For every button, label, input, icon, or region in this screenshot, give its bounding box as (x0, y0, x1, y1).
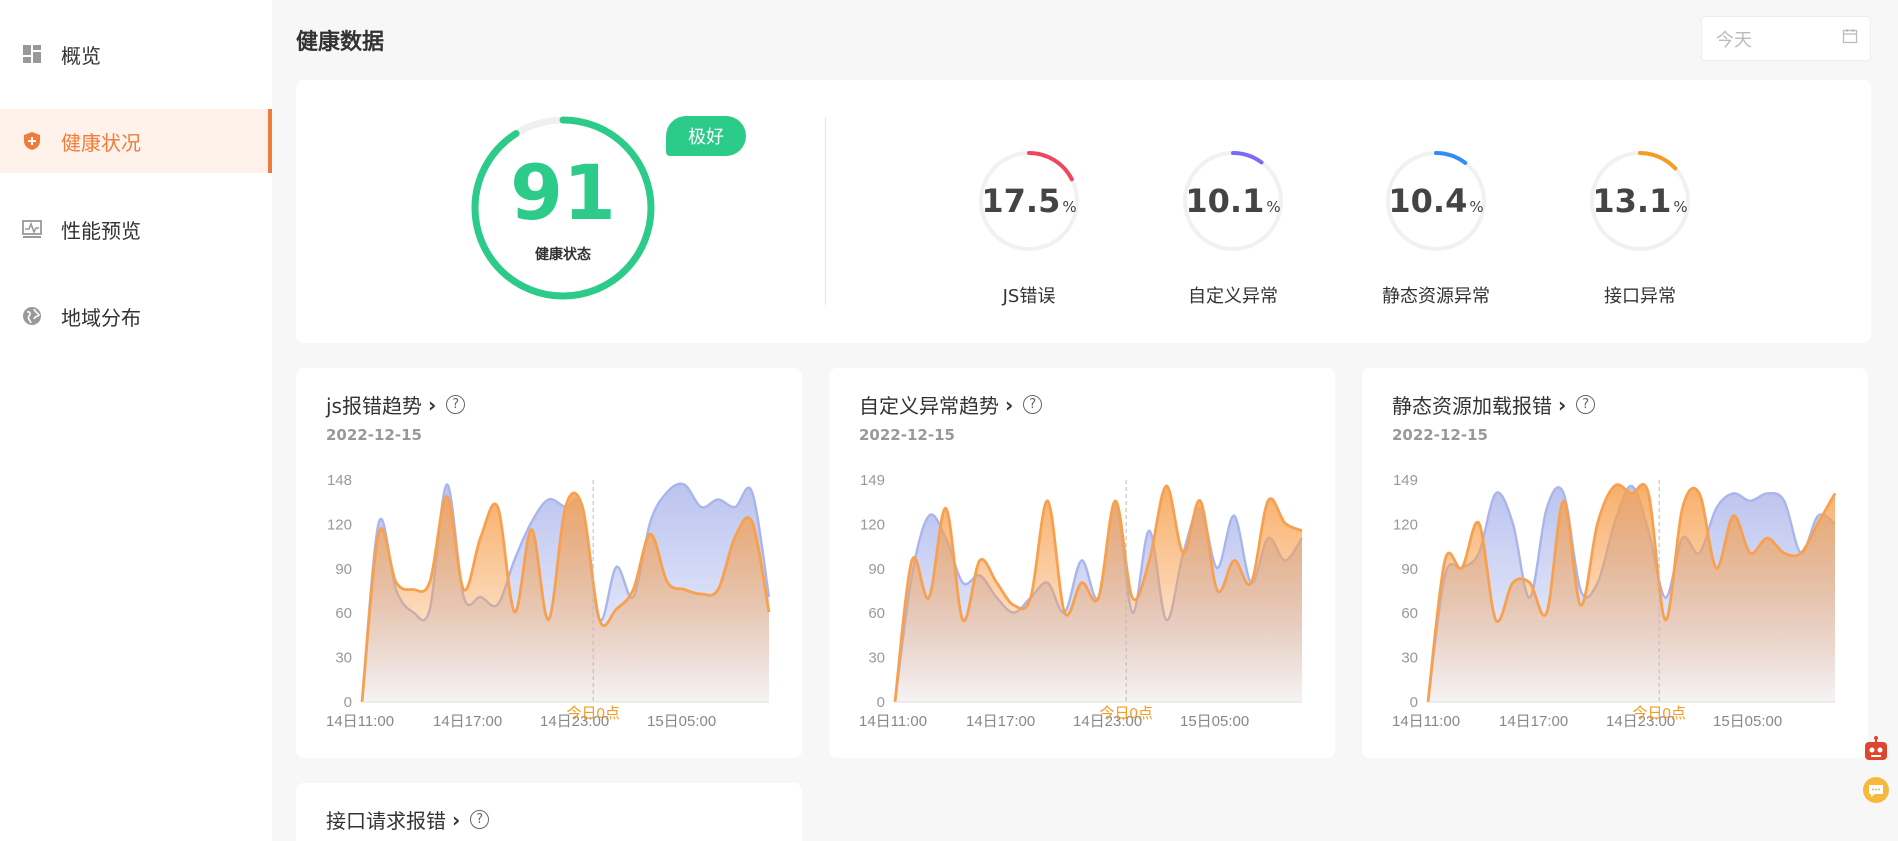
shield-plus-icon (22, 131, 42, 151)
globe-icon (22, 306, 42, 326)
y-tick-label: 0 (1410, 694, 1418, 711)
x-tick-label: 14日11:00 (326, 713, 394, 728)
x-tick-label: 14日17:00 (433, 713, 502, 728)
y-tick-label: 0 (344, 694, 352, 711)
sidebar-item-health[interactable]: 健康状况 (0, 109, 272, 173)
api-error-chart-title[interactable]: 接口请求报错 › ? (326, 805, 490, 834)
trend-chart: 149120906030014日11:00 14日17:00 14日23:00 15日… (1392, 472, 1837, 728)
chevron-right-icon: › (427, 392, 437, 417)
help-icon[interactable]: ? (1023, 395, 1043, 414)
metric-value: 10.4% (1388, 182, 1484, 220)
sidebar-item-label: 概览 (61, 43, 101, 68)
divider (825, 117, 826, 305)
health-score: 91 (510, 148, 616, 237)
x-tick-label: 15日05:00 (647, 713, 716, 728)
y-tick-label: 120 (327, 516, 352, 533)
health-badge: 极好 (666, 116, 746, 156)
chevron-right-icon: › (452, 807, 461, 832)
x-tick-label: 14日17:00 (1499, 713, 1568, 728)
chart-title-text: js报错趋势 (326, 394, 422, 418)
robot-icon[interactable] (1861, 735, 1891, 765)
sidebar-item-label: 性能预览 (61, 218, 141, 243)
trend-chart: 148120906030014日11:00 14日17:00 14日23:00 15日… (326, 472, 771, 728)
metric-label: 自定义异常 (1188, 286, 1278, 307)
y-tick-label: 0 (877, 694, 885, 711)
trend-chart: 149120906030014日11:00 14日17:00 14日23:00 15日… (859, 472, 1304, 728)
chart-date: 2022-12-15 (1392, 426, 1488, 444)
y-tick-label: 149 (1393, 472, 1418, 489)
y-tick-label: 148 (327, 472, 352, 489)
y-tick-label: 90 (335, 561, 352, 578)
sidebar-item-overview[interactable]: 概览 (0, 22, 272, 86)
sidebar-item-performance[interactable]: 性能预览 (0, 197, 272, 261)
y-tick-label: 149 (860, 472, 885, 489)
y-tick-label: 60 (868, 605, 885, 622)
chat-icon[interactable] (1861, 775, 1891, 805)
metric-value: 17.5% (981, 182, 1077, 220)
y-tick-label: 60 (335, 605, 352, 622)
metric-value: 13.1% (1592, 182, 1688, 220)
y-tick-label: 90 (1401, 561, 1418, 578)
dashboard-icon (22, 44, 42, 64)
y-tick-label: 120 (1393, 516, 1418, 533)
midnight-marker-label: 今日0点 (567, 705, 620, 722)
calendar-icon (1842, 28, 1858, 49)
x-tick-label: 14日17:00 (966, 713, 1035, 728)
sidebar-item-label: 地域分布 (61, 305, 141, 330)
health-score-label: 健康状态 (535, 247, 591, 263)
sidebar: 概览 健康状况 性能预览 地域分布 (0, 0, 272, 841)
chart-date: 2022-12-15 (859, 426, 955, 444)
metric-value: 10.1% (1185, 182, 1281, 220)
x-tick-label: 14日11:00 (1392, 713, 1460, 728)
chart-title-text: 接口请求报错 (326, 809, 446, 833)
y-tick-label: 60 (1401, 605, 1418, 622)
chart-date: 2022-12-15 (326, 426, 422, 444)
midnight-marker-label: 今日0点 (1100, 705, 1153, 722)
custom-error-chart-title[interactable]: 自定义异常趋势 ›? (859, 390, 1043, 419)
metric-label: JS错误 (1002, 286, 1056, 307)
y-tick-label: 90 (868, 561, 885, 578)
y-tick-label: 30 (335, 650, 352, 667)
chart-title-text: 自定义异常趋势 (859, 394, 999, 418)
midnight-marker-label: 今日0点 (1633, 705, 1686, 722)
static-resource-error-chart-title[interactable]: 静态资源加载报错 ›? (1392, 390, 1596, 419)
y-tick-label: 120 (860, 516, 885, 533)
chevron-right-icon: › (1558, 392, 1567, 417)
help-icon[interactable]: ? (446, 395, 466, 414)
help-icon[interactable]: ? (1576, 395, 1596, 414)
chevron-right-icon: › (1005, 392, 1014, 417)
pulse-icon (22, 219, 42, 239)
sidebar-item-region[interactable]: 地域分布 (0, 284, 272, 348)
page-title: 健康数据 (296, 30, 385, 55)
y-tick-label: 30 (868, 650, 885, 667)
date-picker-value: 今天 (1716, 29, 1752, 51)
js-error-chart-title[interactable]: js报错趋势 ›? (326, 390, 466, 419)
x-tick-label: 15日05:00 (1180, 713, 1249, 728)
metric-label: 静态资源异常 (1382, 286, 1490, 307)
date-picker[interactable]: 今天 (1701, 16, 1871, 61)
metric-label: 接口异常 (1604, 286, 1676, 307)
sidebar-item-label: 健康状况 (61, 130, 141, 155)
x-tick-label: 15日05:00 (1713, 713, 1782, 728)
chart-title-text: 静态资源加载报错 (1392, 394, 1552, 418)
y-tick-label: 30 (1401, 650, 1418, 667)
help-icon[interactable]: ? (470, 810, 490, 829)
x-tick-label: 14日11:00 (859, 713, 927, 728)
